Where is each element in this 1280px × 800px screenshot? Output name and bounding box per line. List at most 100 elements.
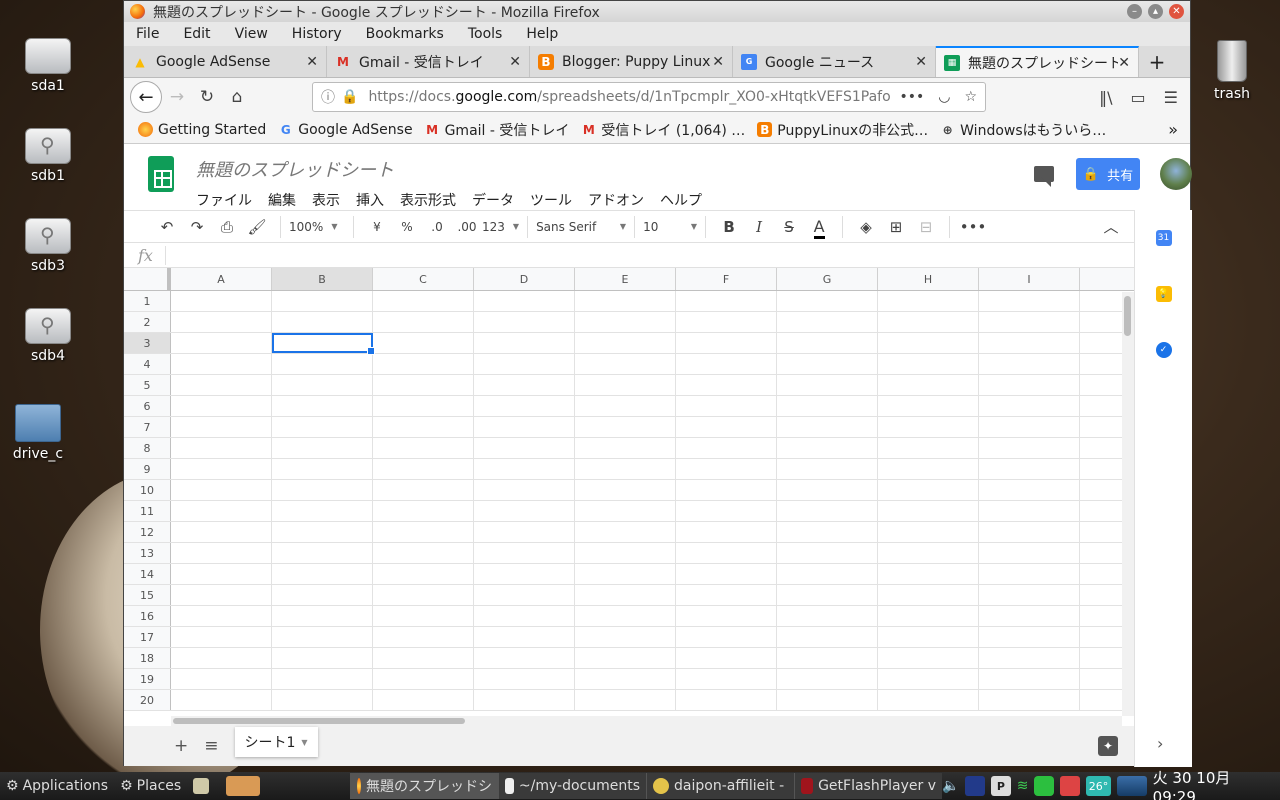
cell[interactable] [777,417,878,437]
bookmark-puppylinux[interactable]: B PuppyLinuxの非公式… [757,120,928,140]
network-monitor-icon[interactable] [965,776,986,796]
pocket-icon[interactable]: ◡ [938,89,950,105]
cell[interactable] [979,669,1080,689]
cell[interactable] [272,480,373,500]
cell[interactable] [878,543,979,563]
cell[interactable] [878,669,979,689]
row-header[interactable]: 7 [124,417,171,437]
cell[interactable] [474,480,575,500]
cell[interactable] [878,396,979,416]
cell[interactable] [575,606,676,626]
cell[interactable] [272,627,373,647]
cell[interactable] [575,396,676,416]
cell[interactable] [373,669,474,689]
desktop-icon-drive-c[interactable]: drive_c [0,404,78,462]
cell[interactable] [373,480,474,500]
cell[interactable] [676,606,777,626]
cell[interactable] [171,438,272,458]
cell[interactable] [575,375,676,395]
cell[interactable] [272,606,373,626]
cell[interactable] [171,564,272,584]
cell[interactable] [171,417,272,437]
tab-close-icon[interactable]: ✕ [1118,55,1130,71]
cell[interactable] [575,648,676,668]
cell[interactable] [777,522,878,542]
cell[interactable] [979,606,1080,626]
cell[interactable] [373,585,474,605]
cell[interactable] [474,438,575,458]
cell[interactable] [373,564,474,584]
cell[interactable] [171,543,272,563]
bookmark-getting-started[interactable]: Getting Started [138,122,266,138]
tab-news[interactable]: G Google ニュース ✕ [733,46,936,77]
cell[interactable] [171,333,272,353]
increase-decimal-button[interactable]: .00 [452,220,482,234]
places-menu[interactable]: ⚙ Places [114,773,187,799]
close-icon[interactable]: ✕ [1169,4,1184,19]
more-icon[interactable]: ••• [958,218,988,236]
cell[interactable] [777,459,878,479]
cell[interactable] [979,291,1080,311]
cell[interactable] [272,438,373,458]
library-icon[interactable]: ‖\ [1099,88,1112,107]
cell[interactable] [777,333,878,353]
bookmark-inbox[interactable]: M 受信トレイ (1,064) … [581,120,745,140]
cell[interactable] [878,459,979,479]
cell[interactable] [676,375,777,395]
cell[interactable] [777,438,878,458]
cell[interactable] [979,438,1080,458]
cell[interactable] [373,417,474,437]
cell[interactable] [979,333,1080,353]
taskbar-app-daipon[interactable]: daipon-affilieit - [646,773,795,799]
cell[interactable] [171,312,272,332]
cell[interactable] [878,585,979,605]
cell[interactable] [676,396,777,416]
cell[interactable] [575,585,676,605]
cell[interactable] [878,438,979,458]
cell[interactable] [575,333,676,353]
cell[interactable] [777,501,878,521]
menu-history[interactable]: History [292,26,342,42]
merge-cells-icon[interactable]: ⊟ [911,218,941,236]
cell[interactable] [171,627,272,647]
cell[interactable] [272,648,373,668]
desktop-icon-trash[interactable]: trash [1192,40,1272,102]
bookmark-windows[interactable]: ⊕ Windowsはもういら… [940,120,1107,140]
cell[interactable] [373,627,474,647]
row-header[interactable]: 5 [124,375,171,395]
cell[interactable] [575,312,676,332]
cell[interactable] [979,501,1080,521]
cell[interactable] [474,291,575,311]
menu-bookmarks[interactable]: Bookmarks [366,26,444,42]
all-sheets-icon[interactable]: ≡ [204,736,218,756]
sheets-menu-file[interactable]: ファイル [196,190,252,210]
cell[interactable] [979,648,1080,668]
url-text[interactable]: https://docs.google.com/spreadsheets/d/1… [368,89,899,105]
cell[interactable] [878,522,979,542]
cell[interactable] [878,690,979,710]
cell[interactable] [272,312,373,332]
cell[interactable] [777,564,878,584]
chevron-down-icon[interactable]: ▼ [301,738,307,747]
tab-close-icon[interactable]: ✕ [915,54,927,70]
row-header[interactable]: 10 [124,480,171,500]
cell[interactable] [979,480,1080,500]
cell[interactable] [373,501,474,521]
row-header[interactable]: 15 [124,585,171,605]
cell[interactable] [878,564,979,584]
desktop-icon-sdb1[interactable]: ⚲ sdb1 [8,128,88,184]
cell[interactable] [474,417,575,437]
back-icon[interactable]: ← [130,81,162,113]
wifi-icon[interactable]: ≋ [1017,778,1029,794]
cell[interactable] [676,480,777,500]
desktop-icon-sdb3[interactable]: ⚲ sdb3 [8,218,88,274]
cpu-monitor-icon[interactable] [1117,776,1147,796]
row-header[interactable]: 3 [124,333,171,353]
firewall-icon[interactable] [1060,776,1080,796]
cell[interactable] [676,312,777,332]
volume-icon[interactable]: 🔈 [942,778,959,794]
desktop-icon-sda1[interactable]: sda1 [8,38,88,94]
column-header[interactable]: B [272,268,373,290]
column-header[interactable]: E [575,268,676,290]
row-header[interactable]: 13 [124,543,171,563]
